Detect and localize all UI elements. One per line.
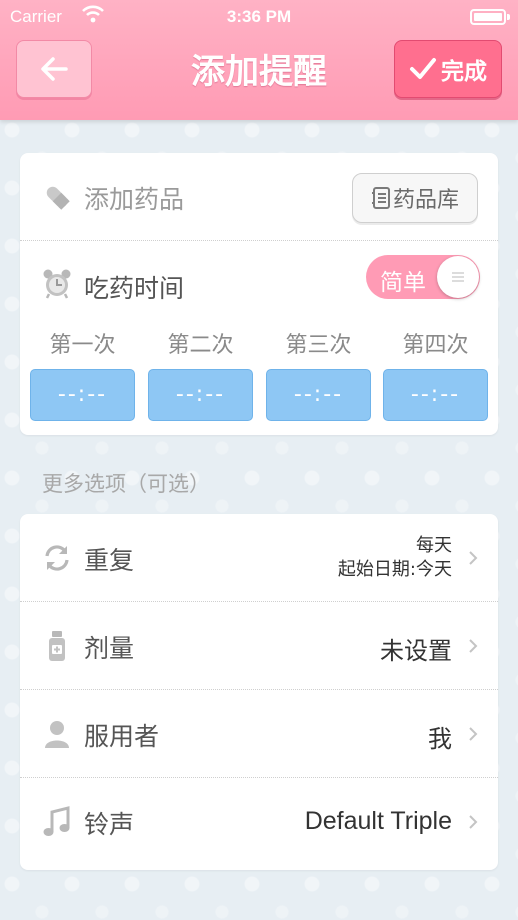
done-button[interactable]: 完成 [394, 40, 502, 98]
time-slot-3: 第三次 --:-- [266, 327, 371, 421]
alarm-clock-icon [43, 269, 71, 299]
repeat-start-date: 起始日期:今天 [337, 559, 452, 580]
taker-row[interactable]: 服用者 我 [20, 690, 498, 778]
time-slot-button[interactable]: --:-- [30, 369, 135, 421]
repeat-row[interactable]: 重复 每天 起始日期:今天 [20, 514, 498, 602]
medicine-library-button[interactable]: 药品库 [352, 173, 478, 223]
taker-value: 我 [428, 725, 452, 753]
time-slot-label: 第四次 [402, 333, 469, 358]
chevron-right-icon [469, 639, 478, 653]
schedule-mode-toggle[interactable]: 简单 [366, 255, 480, 299]
schedule-label: 吃药时间 [84, 274, 185, 303]
medicine-library-label: 药品库 [392, 188, 459, 213]
time-slot-label: 第二次 [167, 333, 234, 358]
person-icon [45, 721, 69, 748]
status-bar: Carrier 3:36 PM [0, 0, 518, 34]
schedule-mode-label: 简单 [380, 270, 426, 296]
chevron-right-icon [469, 727, 478, 741]
schedule-section: 吃药时间 简单 第一次 --:-- 第二次 --:-- 第三次 --:-- 第四… [20, 241, 498, 435]
repeat-frequency: 每天 [416, 535, 452, 556]
add-medicine-row[interactable]: 添加药品 药品库 [20, 153, 498, 241]
toggle-knob[interactable] [437, 256, 479, 298]
medicine-bottle-icon [49, 631, 65, 661]
time-slot-button[interactable]: --:-- [148, 369, 253, 421]
dosage-label: 剂量 [84, 634, 135, 663]
music-note-icon [43, 806, 70, 836]
time-slot-button[interactable]: --:-- [266, 369, 371, 421]
time-slot-1: 第一次 --:-- [30, 327, 135, 421]
repeat-label: 重复 [84, 546, 135, 575]
repeat-icon [45, 545, 69, 571]
more-options-title: 更多选项（可选） [42, 472, 210, 496]
status-time: 3:36 PM [226, 7, 292, 26]
time-slot-button[interactable]: --:-- [383, 369, 488, 421]
ringtone-label: 铃声 [84, 810, 135, 839]
ringtone-value: Default Triple [304, 807, 452, 835]
chevron-right-icon [469, 815, 478, 829]
done-label: 完成 [441, 59, 487, 85]
battery-icon [470, 9, 510, 25]
time-slots: 第一次 --:-- 第二次 --:-- 第三次 --:-- 第四次 --:-- [20, 327, 498, 427]
pill-icon [46, 186, 70, 210]
repeat-value: 每天 起始日期:今天 [338, 534, 452, 582]
reminder-card: 添加药品 药品库 吃药时间 简单 第一次 --:-- 第二次 --:-- 第三次… [20, 153, 498, 435]
add-medicine-label: 添加药品 [84, 185, 185, 214]
chevron-right-icon [469, 551, 478, 565]
time-slot-2: 第二次 --:-- [148, 327, 253, 421]
more-options-card: 重复 每天 起始日期:今天 剂量 未设置 服用者 我 铃声 Default Tr… [20, 514, 498, 870]
time-slot-4: 第四次 --:-- [383, 327, 488, 421]
ringtone-row[interactable]: 铃声 Default Triple [20, 778, 498, 866]
dosage-row[interactable]: 剂量 未设置 [20, 602, 498, 690]
time-slot-label: 第三次 [285, 333, 352, 358]
checkmark-icon [410, 58, 436, 79]
time-slot-label: 第一次 [49, 333, 116, 358]
dosage-value: 未设置 [380, 637, 452, 665]
header: Carrier 3:36 PM 添加提醒 完成 [0, 0, 518, 120]
book-icon [371, 187, 390, 209]
taker-label: 服用者 [84, 722, 160, 751]
